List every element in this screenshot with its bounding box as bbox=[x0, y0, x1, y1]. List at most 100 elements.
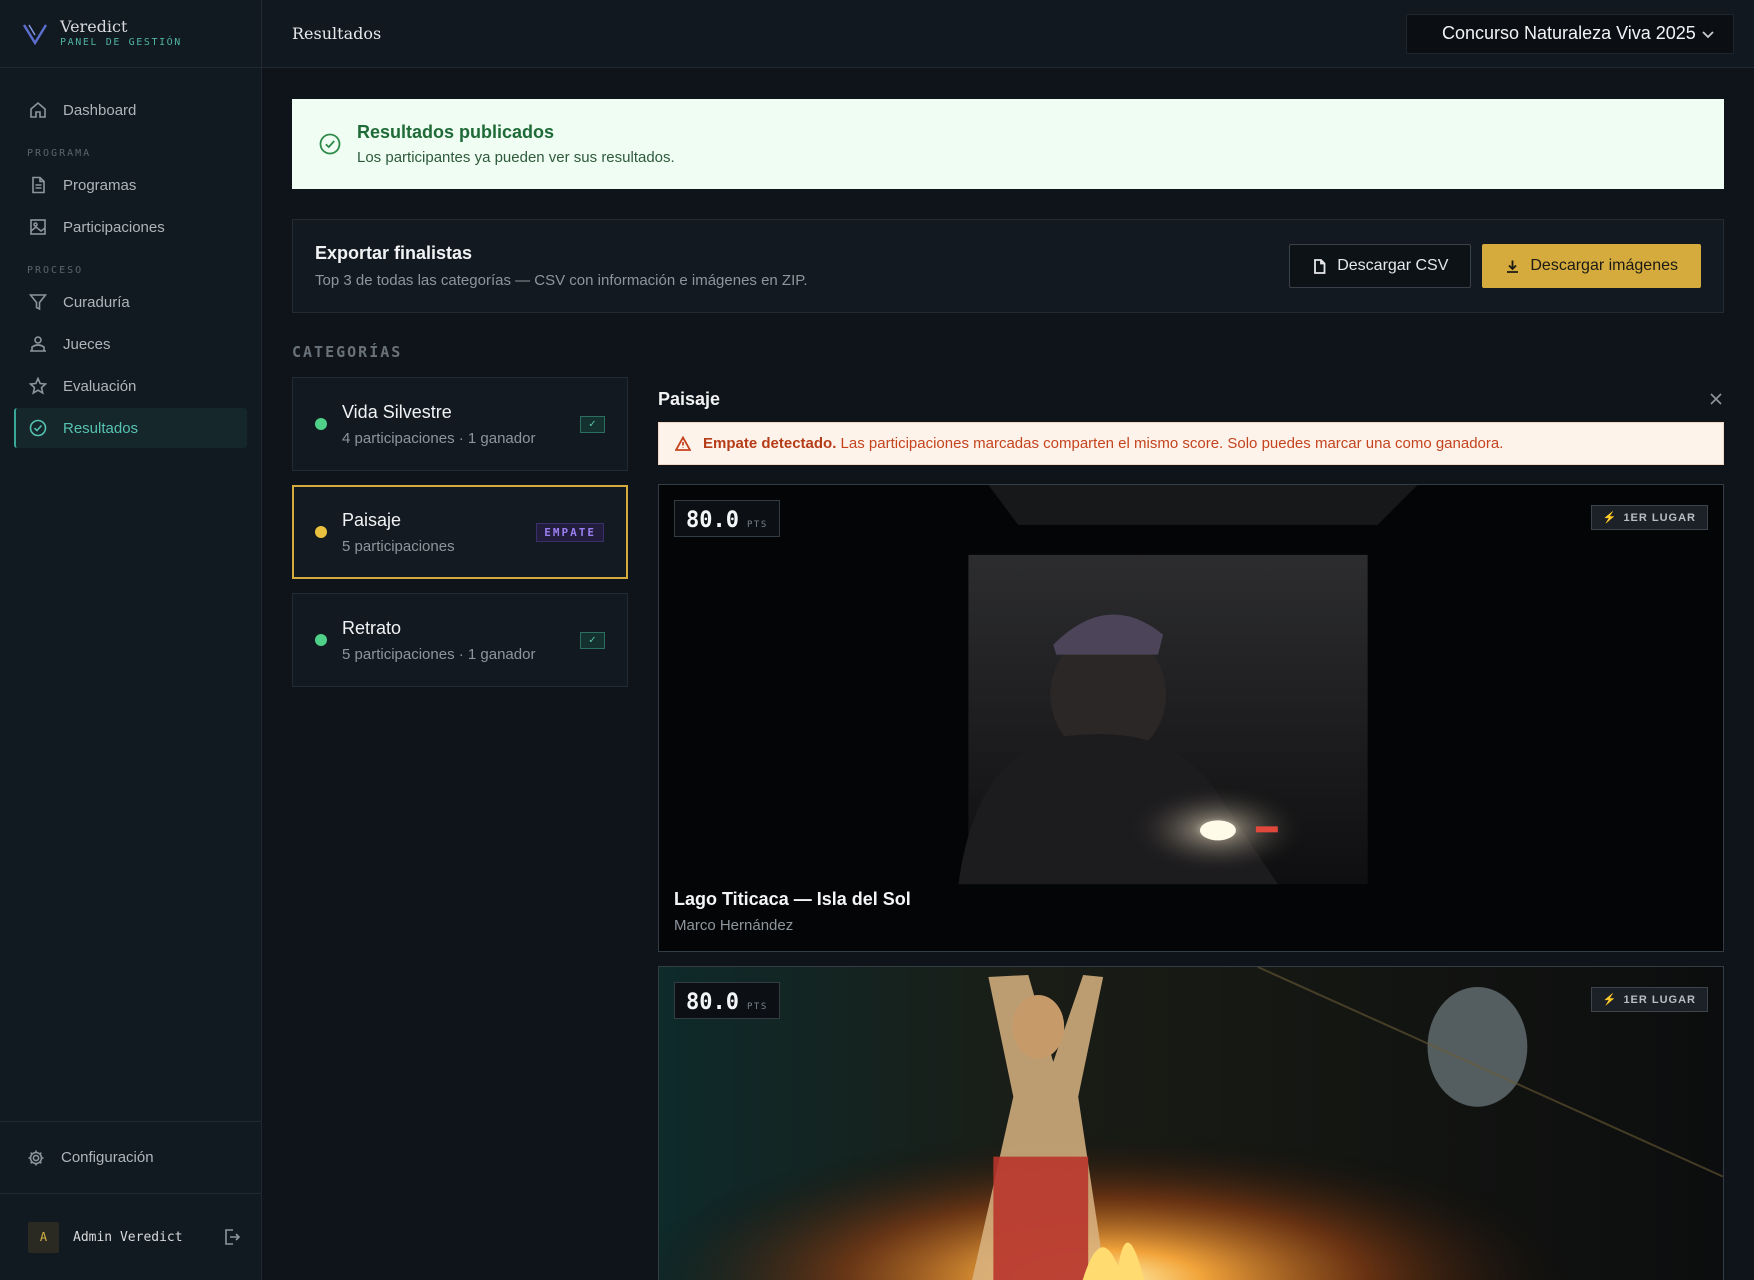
score-unit: PTS bbox=[746, 1002, 768, 1012]
nav-item-programas[interactable]: Programas bbox=[14, 165, 247, 205]
category-name: Retrato bbox=[342, 617, 402, 638]
topbar: Resultados Concurso Naturaleza Viva 2025 bbox=[262, 0, 1754, 68]
tie-alert-strong: Empate detectado. bbox=[703, 435, 837, 452]
category-name: Paisaje bbox=[342, 509, 402, 530]
place-badge: ⚡ 1ER LUGAR bbox=[1590, 987, 1708, 1012]
gear-icon bbox=[28, 1150, 44, 1165]
category-list: Vida Silvestre 4 participaciones · 1 gan… bbox=[292, 377, 628, 701]
status-dot bbox=[315, 634, 327, 646]
success-banner: Resultados publicados Los participantes … bbox=[292, 99, 1724, 189]
category-card-vida-silvestre[interactable]: Vida Silvestre 4 participaciones · 1 gan… bbox=[292, 377, 628, 471]
brand[interactable]: Veredict PANEL DE GESTIÓN bbox=[0, 0, 261, 68]
check-circle-icon bbox=[29, 419, 47, 437]
logout-icon[interactable] bbox=[223, 1228, 241, 1246]
nav-item-curaduria[interactable]: Curaduría bbox=[14, 282, 247, 322]
category-meta: 5 participaciones · 1 ganador bbox=[342, 645, 536, 663]
judge-user-icon bbox=[30, 336, 46, 352]
nav-item-configuracion[interactable]: Configuración bbox=[0, 1121, 261, 1193]
download-csv-button[interactable]: Descargar CSV bbox=[1289, 244, 1472, 288]
nav-item-jueces[interactable]: Jueces bbox=[14, 324, 247, 364]
place-label: 1ER LUGAR bbox=[1623, 993, 1696, 1006]
nav-label: Jueces bbox=[63, 335, 111, 353]
avatar[interactable]: A bbox=[28, 1221, 59, 1253]
nav-item-participaciones[interactable]: Participaciones bbox=[14, 207, 247, 247]
document-icon bbox=[32, 176, 45, 194]
tie-alert-message: Las participaciones marcadas comparten e… bbox=[840, 435, 1504, 452]
entry-photo bbox=[659, 485, 1723, 951]
bolt-icon: ⚡ bbox=[1602, 994, 1618, 1006]
download-icon bbox=[1507, 260, 1519, 273]
nav-label: Resultados bbox=[63, 419, 139, 437]
category-card-paisaje[interactable]: Paisaje 5 participaciones EMPATE bbox=[292, 485, 628, 579]
entry-card[interactable]: 80.0 PTS ⚡ 1ER LUGAR Lago Titicaca — Isl… bbox=[658, 484, 1724, 952]
export-finalists-panel: Exportar finalistas Top 3 de todas las c… bbox=[292, 219, 1724, 313]
entry-author: Marco Hernández bbox=[674, 917, 794, 934]
tie-badge: EMPATE bbox=[536, 522, 604, 542]
entry-photo bbox=[659, 967, 1723, 1280]
place-badge: ⚡ 1ER LUGAR bbox=[1590, 505, 1708, 530]
sidebar-footer: Configuración A Admin Veredict bbox=[0, 1121, 261, 1280]
page-title: Resultados bbox=[292, 24, 382, 43]
winner-check-badge: ✓ bbox=[580, 415, 605, 433]
tie-alert: Empate detectado. Las participaciones ma… bbox=[658, 422, 1724, 465]
veredict-logo-icon bbox=[22, 23, 48, 45]
export-description: Top 3 de todas las categorías — CSV con … bbox=[315, 272, 808, 289]
winner-check-badge: ✓ bbox=[580, 631, 605, 649]
score-unit: PTS bbox=[746, 520, 768, 530]
nav-label: Programas bbox=[63, 176, 137, 194]
banner-message: Los participantes ya pueden ver sus resu… bbox=[357, 149, 675, 166]
brand-name: Veredict bbox=[60, 16, 128, 36]
main-nav: Dashboard PROGRAMA Programas Participaci… bbox=[0, 68, 261, 448]
category-meta: 5 participaciones bbox=[342, 537, 455, 555]
nav-item-resultados[interactable]: Resultados bbox=[14, 408, 247, 448]
file-icon bbox=[1314, 258, 1326, 274]
download-images-button[interactable]: Descargar imágenes bbox=[1482, 244, 1701, 288]
bolt-icon: ⚡ bbox=[1602, 512, 1618, 524]
check-circle-icon bbox=[319, 133, 341, 155]
place-label: 1ER LUGAR bbox=[1623, 511, 1696, 524]
status-dot bbox=[315, 526, 327, 538]
score-pill: 80.0 PTS bbox=[674, 982, 780, 1019]
nav-item-dashboard[interactable]: Dashboard bbox=[14, 90, 247, 130]
contest-selected-value: Concurso Naturaleza Viva 2025 bbox=[1442, 23, 1696, 43]
nav-label: Dashboard bbox=[63, 101, 137, 119]
contest-selector[interactable]: Concurso Naturaleza Viva 2025 bbox=[1406, 13, 1734, 54]
warning-icon bbox=[675, 435, 691, 451]
image-icon bbox=[30, 219, 46, 235]
main-content: Resultados publicados Los participantes … bbox=[292, 68, 1724, 1280]
filter-icon bbox=[29, 294, 47, 311]
entry-caption: Lago Titicaca — Isla del Sol Marco Herná… bbox=[674, 889, 911, 934]
score-pill: 80.0 PTS bbox=[674, 500, 780, 537]
nav-label: Participaciones bbox=[63, 218, 165, 236]
categories-area: Vida Silvestre 4 participaciones · 1 gan… bbox=[292, 377, 1724, 1280]
score-value: 80.0 bbox=[686, 508, 739, 533]
close-icon[interactable] bbox=[1708, 391, 1724, 407]
category-card-retrato[interactable]: Retrato 5 participaciones · 1 ganador ✓ bbox=[292, 593, 628, 687]
entry-card[interactable]: 80.0 PTS ⚡ 1ER LUGAR bbox=[658, 966, 1724, 1280]
user-profile: A Admin Veredict bbox=[0, 1193, 261, 1280]
sidebar: Veredict PANEL DE GESTIÓN Dashboard PROG… bbox=[0, 0, 262, 1280]
banner-title: Resultados publicados bbox=[357, 122, 555, 142]
nav-section-programa: PROGRAMA bbox=[27, 148, 92, 159]
categories-heading: CATEGORÍAS bbox=[292, 343, 403, 361]
nav-item-evaluacion[interactable]: Evaluación bbox=[14, 366, 247, 406]
category-detail-panel: Paisaje Empate detectado. Las participac… bbox=[658, 377, 1724, 1280]
nav-section-proceso: PROCESO bbox=[27, 265, 84, 276]
entry-title: Lago Titicaca — Isla del Sol bbox=[674, 889, 911, 909]
nav-label: Curaduría bbox=[63, 293, 130, 311]
export-title: Exportar finalistas bbox=[315, 243, 473, 263]
user-name: Admin Veredict bbox=[73, 1229, 183, 1245]
category-name: Vida Silvestre bbox=[342, 401, 452, 422]
nav-label: Evaluación bbox=[63, 377, 137, 395]
score-value: 80.0 bbox=[686, 990, 739, 1015]
tie-alert-text: Empate detectado. Las participaciones ma… bbox=[703, 435, 1503, 452]
chevron-down-icon bbox=[1702, 30, 1714, 38]
category-meta: 4 participaciones · 1 ganador bbox=[342, 429, 536, 447]
star-icon bbox=[29, 377, 47, 395]
status-dot bbox=[315, 418, 327, 430]
download-images-label: Descargar imágenes bbox=[1530, 257, 1678, 274]
home-icon bbox=[30, 101, 46, 118]
brand-subtitle: PANEL DE GESTIÓN bbox=[60, 36, 182, 48]
detail-title: Paisaje bbox=[658, 388, 721, 409]
nav-label: Configuración bbox=[61, 1149, 154, 1166]
